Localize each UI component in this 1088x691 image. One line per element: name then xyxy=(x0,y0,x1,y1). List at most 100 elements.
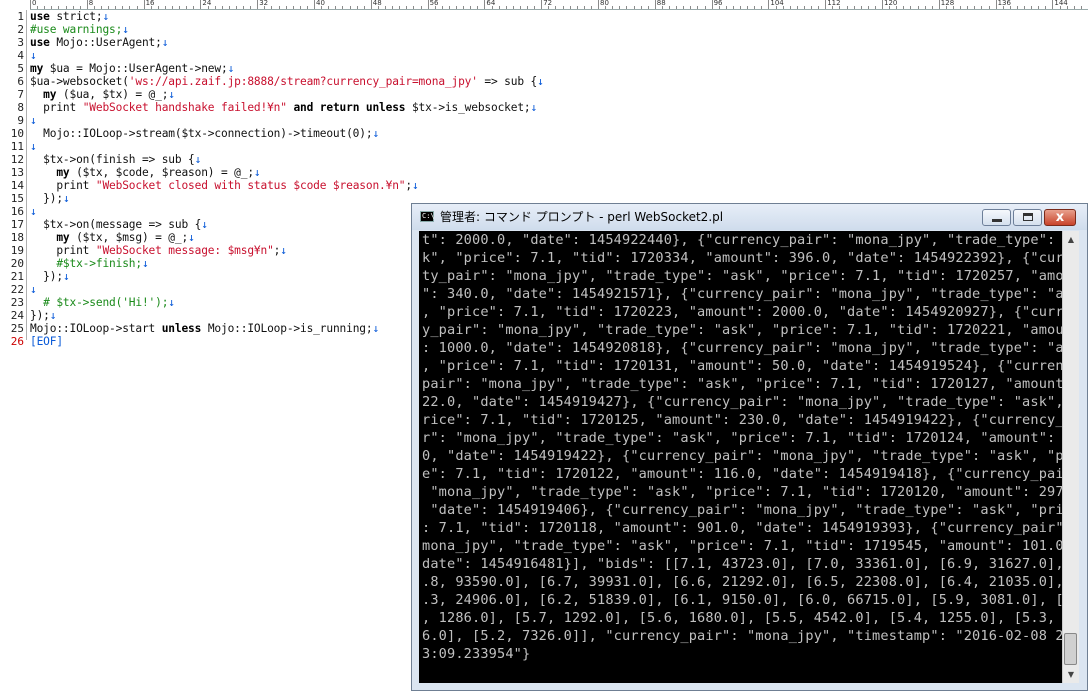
code-token: ($ua, $tx) = @_; xyxy=(56,88,169,101)
ruler-tick xyxy=(427,0,429,9)
console-line: 6.0], [5.2, 7326.0]], "currency_pair": "… xyxy=(422,628,1062,644)
console-line: "mona_jpy", "trade_type": "ask", "price"… xyxy=(422,484,1062,500)
ruler-tick xyxy=(101,6,102,9)
code-line[interactable]: print "WebSocket handshake failed!¥n" an… xyxy=(30,101,537,114)
code-line[interactable]: $ua->websocket('ws://api.zaif.jp:8888/st… xyxy=(30,75,544,88)
eol-marker: ↓ xyxy=(62,270,70,283)
code-token: $tx->is_websocket; xyxy=(405,101,531,114)
code-line[interactable]: ↓ xyxy=(30,205,37,218)
ruler-tick xyxy=(541,0,543,9)
ruler-tick xyxy=(370,0,372,9)
vertical-scrollbar[interactable]: ▲ ▼ xyxy=(1062,231,1079,683)
ruler-tick xyxy=(931,6,933,9)
code-line[interactable]: [EOF] xyxy=(30,335,63,348)
command-prompt-icon[interactable]: C:\ xyxy=(420,211,435,222)
ruler-tick xyxy=(122,6,124,9)
code-line[interactable]: });↓ xyxy=(30,192,70,205)
code-line[interactable]: my ($tx, $msg) = @_;↓ xyxy=(30,231,194,244)
minimize-button[interactable] xyxy=(982,209,1011,226)
code-line[interactable]: my ($ua, $tx) = @_;↓ xyxy=(30,88,175,101)
line-number: 25 xyxy=(10,322,24,335)
console-line: k", "price": 7.1, "tid": 1720334, "amoun… xyxy=(422,250,1062,266)
line-number: 2 xyxy=(17,23,24,36)
code-token: #use warnings; xyxy=(30,23,123,36)
code-line[interactable]: print "WebSocket message: $msg¥n";↓ xyxy=(30,244,287,257)
ruler-tick xyxy=(683,6,685,9)
ruler-number: 32 xyxy=(259,0,269,7)
ruler-tick xyxy=(172,6,173,9)
ruler-tick xyxy=(278,6,280,9)
ruler-tick xyxy=(314,0,315,9)
ruler-number: 64 xyxy=(486,0,496,7)
ruler-tick xyxy=(115,6,117,9)
code-line[interactable]: print "WebSocket closed with status $cod… xyxy=(30,179,418,192)
code-line[interactable]: my $ua = Mojo::UserAgent->new;↓ xyxy=(30,62,234,75)
code-token: strict; xyxy=(49,10,103,23)
code-line[interactable]: my ($tx, $code, $reason) = @_;↓ xyxy=(30,166,260,179)
line-number: 22 xyxy=(10,283,24,296)
code-token: ; xyxy=(405,179,412,192)
code-token: ($tx, $code, $reason) = @_; xyxy=(69,166,254,179)
window-titlebar[interactable]: C:\ 管理者: コマンド プロンプト - perl WebSocket2.pl… xyxy=(412,204,1087,230)
line-number: 13 xyxy=(10,166,24,179)
ruler-tick xyxy=(754,6,756,9)
code-line[interactable]: Mojo::IOLoop->stream($tx->connection)->t… xyxy=(30,127,379,140)
ruler-tick xyxy=(235,6,237,9)
scroll-down-arrow-icon[interactable]: ▼ xyxy=(1063,666,1079,683)
code-token: ($tx, $msg) = @_; xyxy=(69,231,189,244)
eol-marker: ↓ xyxy=(141,257,149,270)
ruler-tick xyxy=(257,0,259,9)
ruler-number: 0 xyxy=(32,0,37,7)
code-line[interactable]: use Mojo::UserAgent;↓ xyxy=(30,36,168,49)
maximize-button[interactable] xyxy=(1013,209,1042,226)
code-line[interactable]: ↓ xyxy=(30,49,37,62)
line-number: 26 xyxy=(10,335,24,348)
code-token: Mojo::IOLoop->start xyxy=(30,322,162,335)
code-line[interactable]: #use warnings;↓ xyxy=(30,23,129,36)
ruler-number: 88 xyxy=(656,0,666,7)
code-line[interactable]: });↓ xyxy=(30,270,70,283)
scroll-up-arrow-icon[interactable]: ▲ xyxy=(1063,231,1079,248)
code-line[interactable]: });↓ xyxy=(30,309,57,322)
code-line[interactable]: ↓ xyxy=(30,140,37,153)
ruler-tick xyxy=(669,6,670,9)
code-line[interactable]: $tx->on(message => sub {↓ xyxy=(30,218,208,231)
ruler-tick xyxy=(803,6,805,9)
ruler-tick xyxy=(960,6,962,9)
code-line[interactable]: $tx->on(finish => sub {↓ xyxy=(30,153,201,166)
code-line[interactable]: use strict;↓ xyxy=(30,10,109,23)
line-number: 17 xyxy=(10,218,24,231)
code-line[interactable]: # $tx->send('Hi!');↓ xyxy=(30,296,175,309)
code-token: 'ws://api.zaif.jp:8888/stream?currency_p… xyxy=(128,75,478,88)
ruler-tick xyxy=(1038,6,1040,9)
console-line: , "price": 7.1, "tid": 1720131, "amount"… xyxy=(422,358,1062,374)
ruler-tick xyxy=(967,6,969,9)
code-token: my xyxy=(56,166,70,179)
code-line[interactable]: ↓ xyxy=(30,114,37,127)
console-line: ty_pair": "mona_jpy", "trade_type": "ask… xyxy=(422,268,1062,284)
ruler-tick xyxy=(186,6,188,9)
ruler-tick xyxy=(193,6,195,9)
close-button[interactable]: x xyxy=(1044,209,1076,226)
code-token: }); xyxy=(30,309,50,322)
code-line[interactable]: ↓ xyxy=(30,283,37,296)
minimize-icon xyxy=(992,219,1002,222)
close-icon: x xyxy=(1055,210,1065,225)
ruler-tick xyxy=(612,6,614,9)
line-number: 12 xyxy=(10,153,24,166)
console-output[interactable]: t": 2000.0, "date": 1454922440}, {"curre… xyxy=(419,231,1062,683)
code-line[interactable]: #$tx->finish;↓ xyxy=(30,257,149,270)
ruler-tick xyxy=(938,0,940,9)
line-number: 14 xyxy=(10,179,24,192)
ruler-tick xyxy=(519,6,521,9)
code-token: "WebSocket handshake failed!¥n" xyxy=(82,101,287,114)
ruler-tick xyxy=(874,6,876,9)
ruler-number: 120 xyxy=(884,0,898,7)
ruler-tick xyxy=(1024,6,1025,9)
ruler-tick xyxy=(789,6,791,9)
command-prompt-window[interactable]: C:\ 管理者: コマンド プロンプト - perl WebSocket2.pl… xyxy=(411,203,1088,691)
code-line[interactable]: Mojo::IOLoop->start unless Mojo::IOLoop-… xyxy=(30,322,379,335)
scrollbar-thumb[interactable] xyxy=(1064,633,1077,665)
